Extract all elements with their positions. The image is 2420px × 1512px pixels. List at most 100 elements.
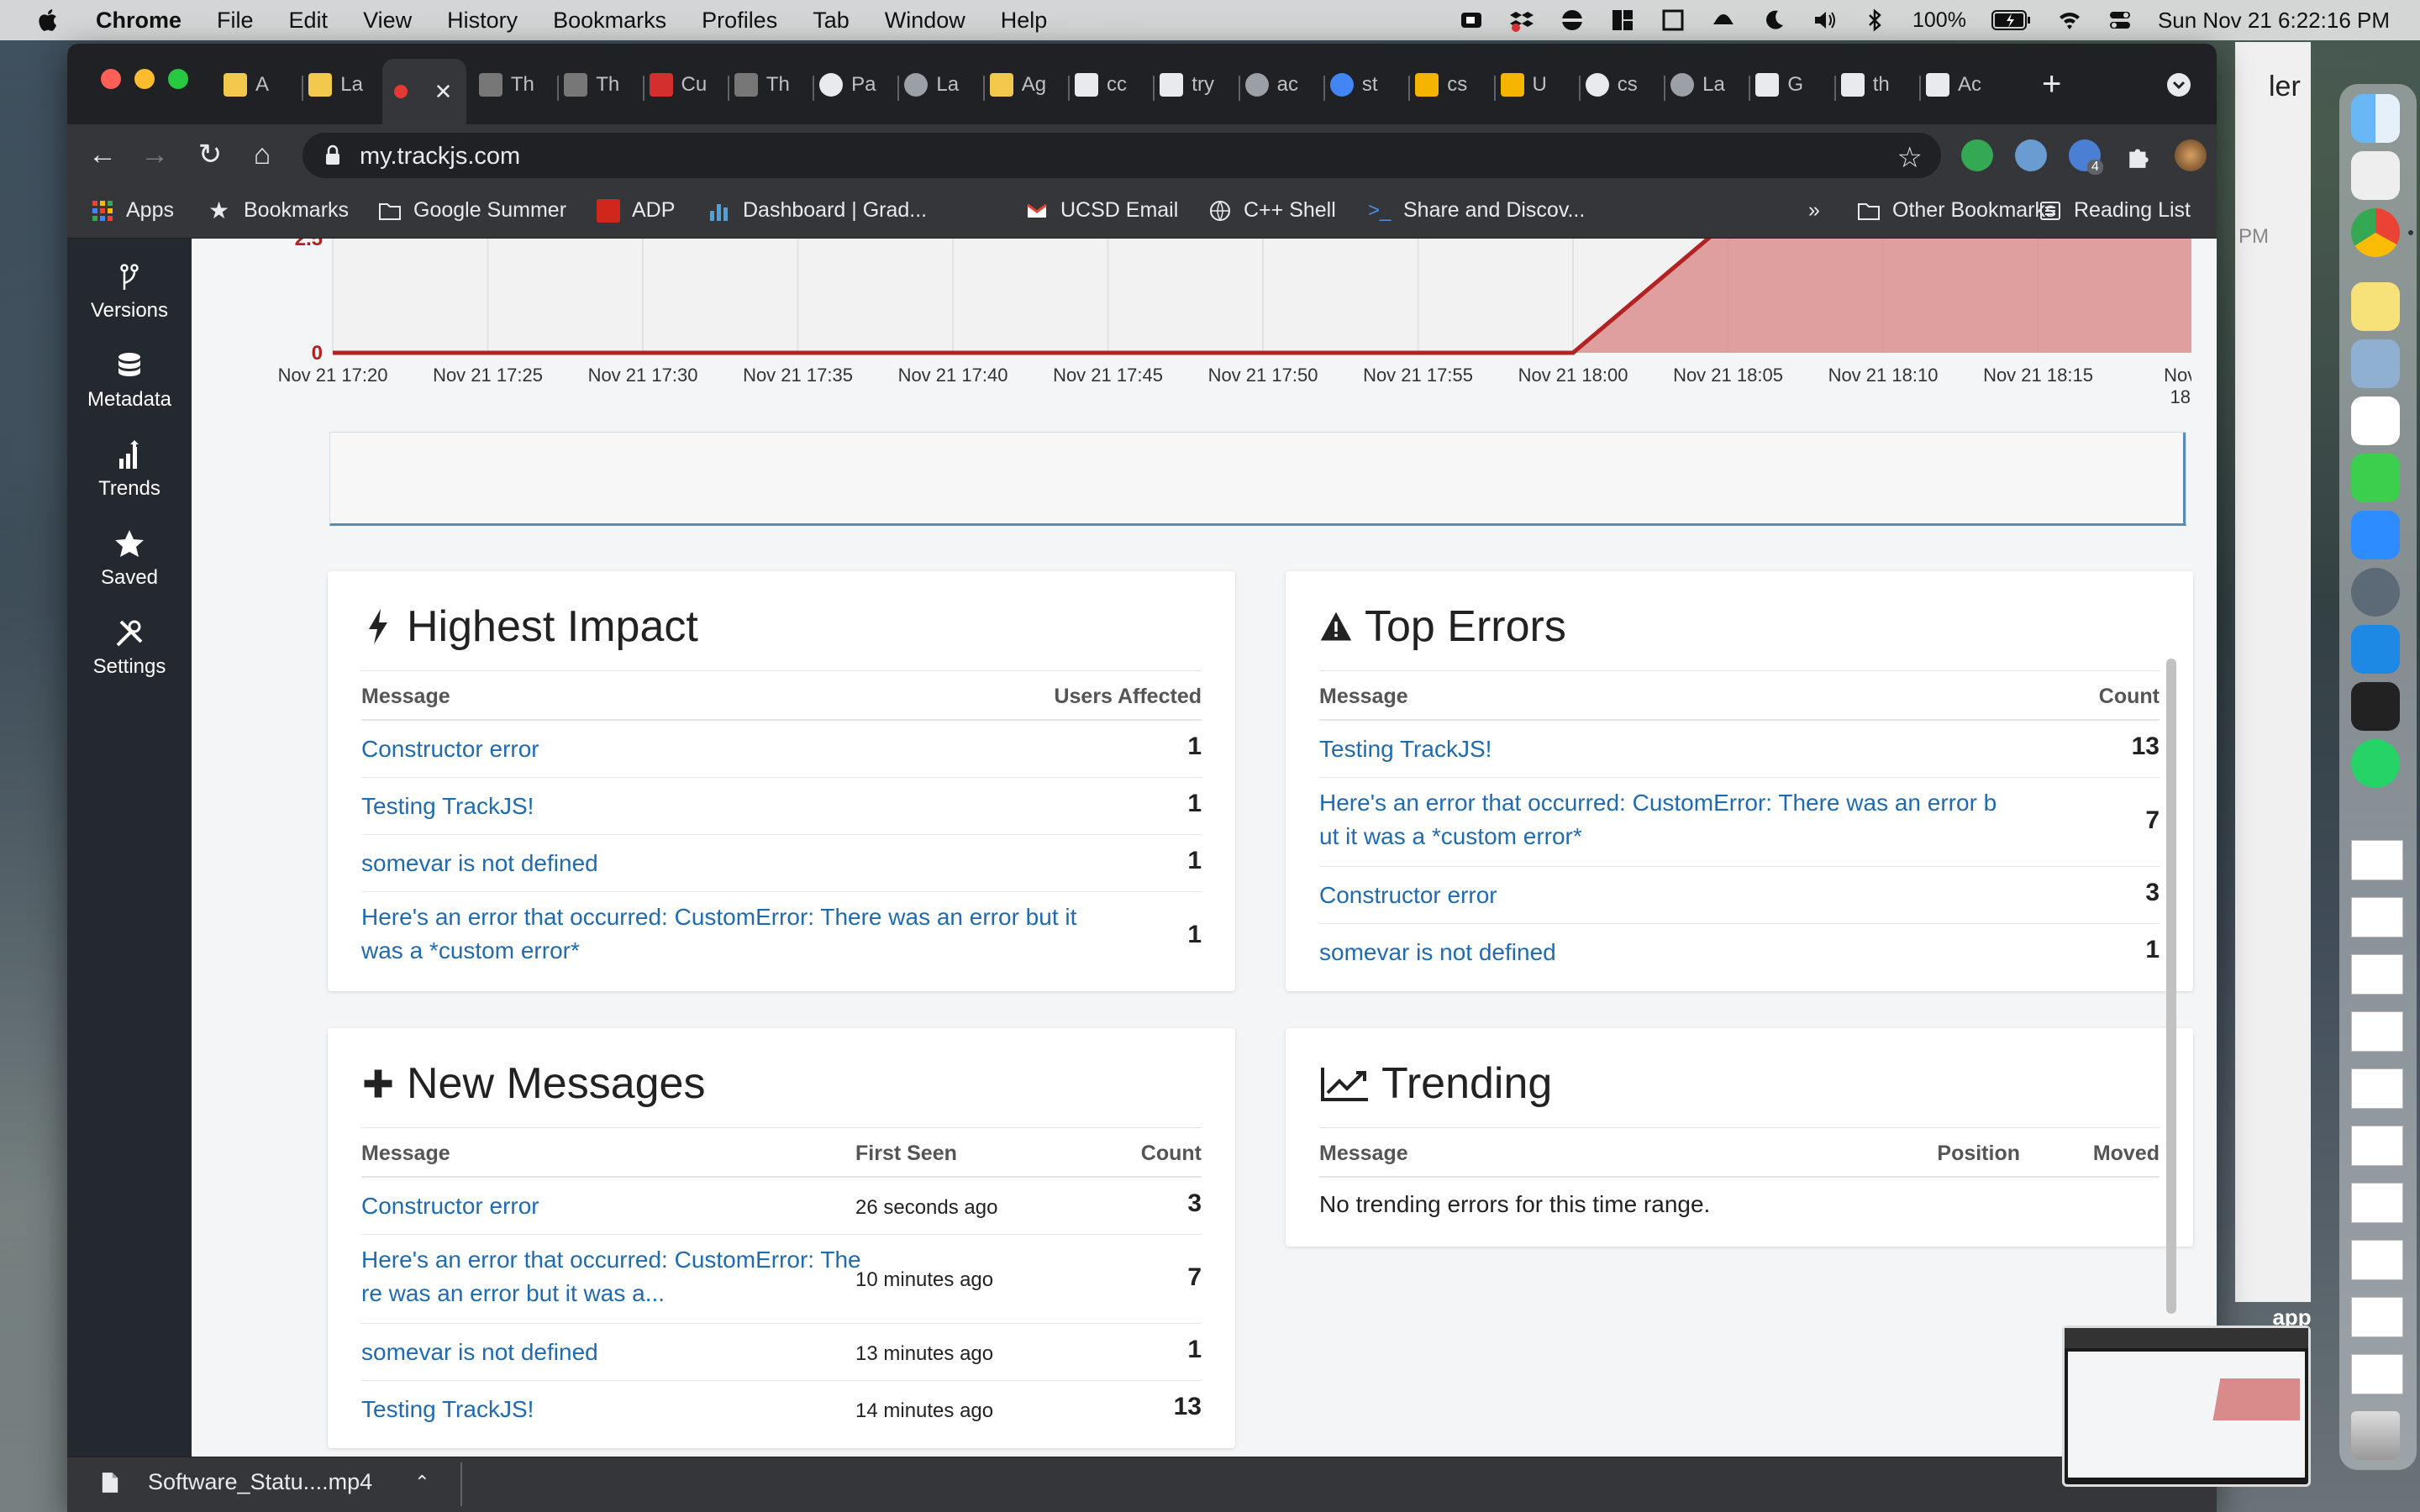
maximize-window-button[interactable] <box>168 69 188 89</box>
facetime-status-icon[interactable] <box>1459 8 1484 33</box>
vscode-icon[interactable] <box>2351 625 2400 674</box>
minimized-window-thumb[interactable] <box>2351 1354 2403 1394</box>
browser-tab[interactable]: La <box>1670 62 1725 108</box>
bookmark-apps[interactable]: Apps <box>91 198 174 223</box>
minimized-window-thumb[interactable] <box>2351 1126 2403 1166</box>
profile-avatar[interactable] <box>2175 139 2207 171</box>
col-message[interactable]: Message <box>1319 685 1408 709</box>
col-message[interactable]: Message <box>361 1142 450 1166</box>
vpn-icon[interactable] <box>1560 8 1585 33</box>
browser-tab[interactable]: A <box>224 62 269 108</box>
browser-tab[interactable]: ✕ <box>381 59 466 124</box>
minimized-window-thumb[interactable] <box>2351 1240 2403 1280</box>
address-bar[interactable]: my.trackjs.com ☆ <box>302 133 1941 178</box>
bookmark-bookmarks[interactable]: ★ Bookmarks <box>208 198 349 223</box>
error-link[interactable]: Constructor error <box>361 732 539 766</box>
reading-list-button[interactable]: Reading List <box>2039 198 2191 223</box>
menu-view[interactable]: View <box>363 8 412 34</box>
page-scrollbar[interactable] <box>2166 659 2176 1314</box>
col-message[interactable]: Message <box>1319 1142 1408 1166</box>
error-link[interactable]: somevar is not defined <box>361 847 598 880</box>
menu-profiles[interactable]: Profiles <box>702 8 777 34</box>
incognito-icon[interactable] <box>1711 8 1736 33</box>
browser-tab[interactable]: th <box>1840 62 1890 108</box>
forward-button[interactable]: → <box>138 138 171 171</box>
bookmark-adp[interactable]: ADP <box>597 198 675 223</box>
extensions-puzzle-icon[interactable] <box>2126 143 2153 170</box>
col-count[interactable]: Count <box>2099 685 2160 709</box>
minimized-window-thumb[interactable] <box>2351 954 2403 995</box>
browser-tab[interactable]: G <box>1755 62 1803 108</box>
browser-tab[interactable]: Ag <box>989 62 1046 108</box>
wifi-icon[interactable] <box>2057 8 2082 33</box>
sidebar-item-versions[interactable]: Versions <box>67 260 192 323</box>
minimized-window-thumb[interactable] <box>2351 1011 2403 1052</box>
col-moved[interactable]: Moved <box>2093 1142 2160 1166</box>
extension-v-icon[interactable] <box>2015 139 2047 171</box>
dropbox-icon[interactable] <box>1509 8 1534 33</box>
error-link[interactable]: Constructor error <box>1319 879 1497 912</box>
minimized-window-thumb[interactable] <box>2351 1183 2403 1223</box>
sidebar-item-settings[interactable]: Settings <box>67 617 192 679</box>
error-link[interactable]: somevar is not defined <box>361 1336 598 1369</box>
error-link[interactable]: somevar is not defined <box>1319 936 1556 969</box>
quicktime-icon[interactable] <box>2351 568 2400 617</box>
messages-icon[interactable] <box>2351 454 2400 502</box>
browser-tab[interactable]: Ac <box>1926 62 1981 108</box>
menu-history[interactable]: History <box>447 8 518 34</box>
tab-search-icon[interactable] <box>2166 72 2191 97</box>
finder-icon[interactable] <box>2351 94 2400 143</box>
browser-tab[interactable]: st <box>1329 62 1378 108</box>
screenshot-preview-thumbnail[interactable] <box>2062 1326 2311 1487</box>
minimized-window-thumb[interactable] <box>2351 897 2403 937</box>
browser-tab[interactable]: try <box>1160 62 1214 108</box>
menu-window[interactable]: Window <box>885 8 965 34</box>
browser-tab[interactable]: ac <box>1244 62 1298 108</box>
bookmark-share-discover[interactable]: >_ Share and Discov... <box>1368 198 1585 223</box>
col-count[interactable]: Count <box>1141 1142 1202 1166</box>
bookmarks-overflow-button[interactable]: » <box>1808 198 1820 223</box>
menu-help[interactable]: Help <box>1001 8 1048 34</box>
browser-tab[interactable]: cs <box>1415 62 1467 108</box>
zoom-icon[interactable] <box>2351 511 2400 559</box>
apple-menu-icon[interactable] <box>35 7 62 34</box>
col-position[interactable]: Position <box>1937 1142 2020 1166</box>
col-first-seen[interactable]: First Seen <box>855 1142 957 1166</box>
browser-tab[interactable]: U <box>1500 62 1547 108</box>
minimized-window-thumb[interactable] <box>2351 1068 2403 1109</box>
menu-edit[interactable]: Edit <box>289 8 329 34</box>
sidebar-item-trends[interactable]: Trends <box>67 438 192 501</box>
errors-over-time-chart[interactable]: 2.500Nov 21 17:20Nov 21 17:25Nov 21 17:3… <box>192 239 2191 432</box>
bluetooth-icon[interactable] <box>1862 8 1887 33</box>
menu-tab[interactable]: Tab <box>813 8 850 34</box>
close-window-button[interactable] <box>101 69 121 89</box>
sidebar-item-metadata[interactable]: Metadata <box>67 349 192 412</box>
bookmark-star-icon[interactable]: ☆ <box>1897 141 1923 175</box>
lock-icon[interactable] <box>324 144 341 166</box>
error-link[interactable]: Testing TrackJS! <box>361 790 534 823</box>
other-bookmarks-folder[interactable]: Other Bookmarks <box>1857 198 2056 223</box>
control-center-icon[interactable] <box>2107 8 2133 33</box>
browser-tab[interactable]: Cu <box>649 62 707 108</box>
bookmark-ucsd-email[interactable]: UCSD Email <box>1025 198 1178 223</box>
new-tab-button[interactable]: + <box>2042 66 2061 103</box>
col-users-affected[interactable]: Users Affected <box>1054 685 1202 709</box>
browser-tab[interactable]: cc <box>1075 62 1127 108</box>
col-message[interactable]: Message <box>361 685 450 709</box>
window-icon[interactable] <box>1660 8 1686 33</box>
home-button[interactable]: ⌂ <box>245 138 279 171</box>
trash-icon[interactable] <box>2351 1411 2400 1460</box>
menu-file[interactable]: File <box>217 8 254 34</box>
bookmark-dashboard[interactable]: Dashboard | Grad... <box>708 198 927 223</box>
download-menu-chevron-icon[interactable]: ⌃ <box>414 1472 429 1494</box>
menubar-clock[interactable]: Sun Nov 21 6:22:16 PM <box>2158 8 2390 34</box>
minimize-window-button[interactable] <box>134 69 155 89</box>
bookmark-cpp-shell[interactable]: C++ Shell <box>1208 198 1336 223</box>
bookmark-google-summer[interactable]: Google Summer <box>378 198 566 223</box>
download-item[interactable]: Software_Statu....mp4 ⌃ <box>101 1469 430 1495</box>
menu-app-name[interactable]: Chrome <box>96 8 182 34</box>
close-tab-icon[interactable]: ✕ <box>434 79 453 105</box>
grid-layout-icon[interactable] <box>1610 8 1635 33</box>
back-button[interactable]: ← <box>86 138 119 171</box>
error-link[interactable]: Testing TrackJS! <box>361 1393 534 1426</box>
